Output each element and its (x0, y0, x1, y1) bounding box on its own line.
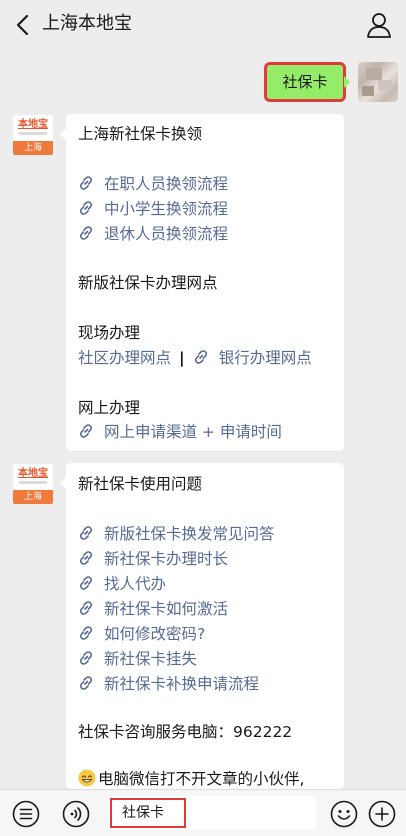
community-outlets-link[interactable]: 社区办理网点 (78, 349, 171, 367)
notice-row: 电脑微信打不开文章的小伙伴, (78, 768, 304, 790)
card1-section-title: 网上办理 (78, 399, 141, 417)
bot-avatar-logo-text: 本地宝 (18, 468, 48, 479)
link-icon (79, 176, 93, 190)
link-icon (79, 551, 93, 565)
link-item[interactable]: 中小学生换领流程 (78, 198, 228, 220)
link-label: 中小学生换领流程 (104, 200, 229, 218)
bot-avatar[interactable]: 本地宝 上海 (12, 463, 54, 505)
link-label: 网上申请渠道 + 申请时间 (104, 423, 282, 441)
card1-heading: 上海新社保卡换领 (78, 125, 203, 143)
link-item[interactable]: 找人代办 (78, 573, 166, 595)
link-icon (79, 626, 93, 640)
link-label: 新社保卡办理时长 (104, 550, 229, 568)
link-label: 找人代办 (104, 575, 167, 593)
my-avatar[interactable] (358, 62, 398, 102)
chat-title: 上海本地宝 (42, 13, 132, 34)
input-highlight (110, 798, 186, 828)
link-item[interactable]: 新版社保卡换发常见问答 (78, 523, 275, 545)
card2-heading: 新社保卡使用问题 (78, 475, 203, 493)
input-bar: 社保卡 (0, 789, 406, 836)
link-label: 新社保卡挂失 (104, 650, 198, 668)
link-icon (79, 226, 93, 240)
link-label: 在职人员换领流程 (104, 175, 229, 193)
link-item[interactable]: 新社保卡办理时长 (78, 548, 228, 570)
bot-avatar-city: 上海 (13, 141, 53, 155)
link-item[interactable]: 新社保卡挂失 (78, 648, 197, 670)
bank-outlets-link[interactable]: 银行办理网点 (219, 349, 312, 367)
link-icon (79, 651, 93, 665)
chat-header: 上海本地宝 (0, 0, 406, 50)
card1-section-title: 现场办理 (78, 324, 141, 342)
message-card-2: 新社保卡使用问题 新版社保卡换发常见问答 新社保卡办理时长 找人代办 新社保卡如… (60, 463, 344, 790)
hotline-text: 社保卡咨询服务电脑：962222 (78, 723, 293, 741)
link-icon (194, 350, 207, 364)
onsite-links-row: 社区办理网点 | 银行办理网点 (78, 347, 312, 369)
bot-avatar-divider (19, 132, 47, 135)
link-item[interactable]: 如何修改密码? (78, 623, 205, 645)
link-label: 新社保卡如何激活 (104, 600, 229, 618)
link-item[interactable]: 新社保卡如何激活 (78, 598, 228, 620)
link-item[interactable]: 新社保卡补换申请流程 (78, 673, 259, 695)
my-message-bubble[interactable]: 社保卡 (264, 62, 350, 102)
link-icon (79, 201, 93, 215)
bot-avatar-city: 上海 (13, 490, 53, 504)
notice-text: 电脑微信打不开文章的小伙伴, (98, 770, 305, 788)
chevron-left-icon[interactable] (12, 11, 34, 39)
card1-section-title: 新版社保卡办理网点 (78, 274, 218, 292)
link-icon (79, 676, 93, 690)
link-item[interactable]: 退休人员换领流程 (78, 223, 228, 245)
link-label: 退休人员换领流程 (104, 225, 229, 243)
bot-avatar-divider (19, 481, 47, 484)
voice-icon[interactable] (62, 800, 90, 828)
bot-avatar-logo-text: 本地宝 (18, 119, 48, 130)
link-label: 新社保卡补换申请流程 (104, 675, 260, 693)
profile-icon[interactable] (366, 11, 392, 39)
link-icon (79, 526, 93, 540)
message-card-1: 上海新社保卡换领 在职人员换领流程 中小学生换领流程 退休人员换领流程 新版社保… (60, 114, 344, 451)
link-label: 如何修改密码? (104, 625, 206, 643)
plus-icon[interactable] (368, 800, 396, 828)
link-item[interactable]: 网上申请渠道 + 申请时间 (78, 421, 282, 443)
menu-list-icon[interactable] (12, 800, 40, 828)
separator: | (179, 349, 185, 367)
link-icon (79, 576, 93, 590)
my-message-text: 社保卡 (282, 73, 328, 91)
grin-emoji-icon (78, 769, 96, 787)
link-label: 新版社保卡换发常见问答 (104, 525, 275, 543)
bot-avatar[interactable]: 本地宝 上海 (12, 114, 54, 156)
link-item[interactable]: 在职人员换领流程 (78, 173, 228, 195)
link-icon (79, 601, 93, 615)
link-icon (79, 424, 93, 438)
emoji-icon[interactable] (330, 800, 358, 828)
